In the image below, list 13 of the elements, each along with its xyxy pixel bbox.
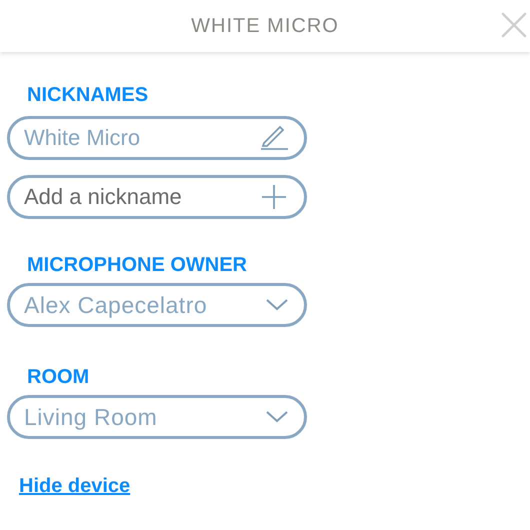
plus-icon[interactable] — [261, 184, 287, 210]
section-label: ROOM — [27, 365, 90, 390]
add-nickname-field[interactable]: Add a nickname — [7, 175, 307, 219]
chevron-down-icon[interactable] — [266, 411, 288, 423]
nickname-field[interactable]: White Micro — [7, 116, 307, 160]
hide-device-link[interactable]: Hide device — [19, 471, 130, 501]
window-title: WHITE MICRO — [191, 14, 339, 39]
room-dropdown[interactable]: Living Room — [7, 395, 307, 439]
close-icon[interactable] — [500, 11, 528, 39]
owner-dropdown[interactable]: Alex Capecelatro — [7, 283, 307, 327]
section-label: NICKNAMES — [27, 83, 148, 108]
section-label: MICROPHONE OWNER — [27, 253, 247, 278]
chevron-down-icon[interactable] — [266, 299, 288, 311]
